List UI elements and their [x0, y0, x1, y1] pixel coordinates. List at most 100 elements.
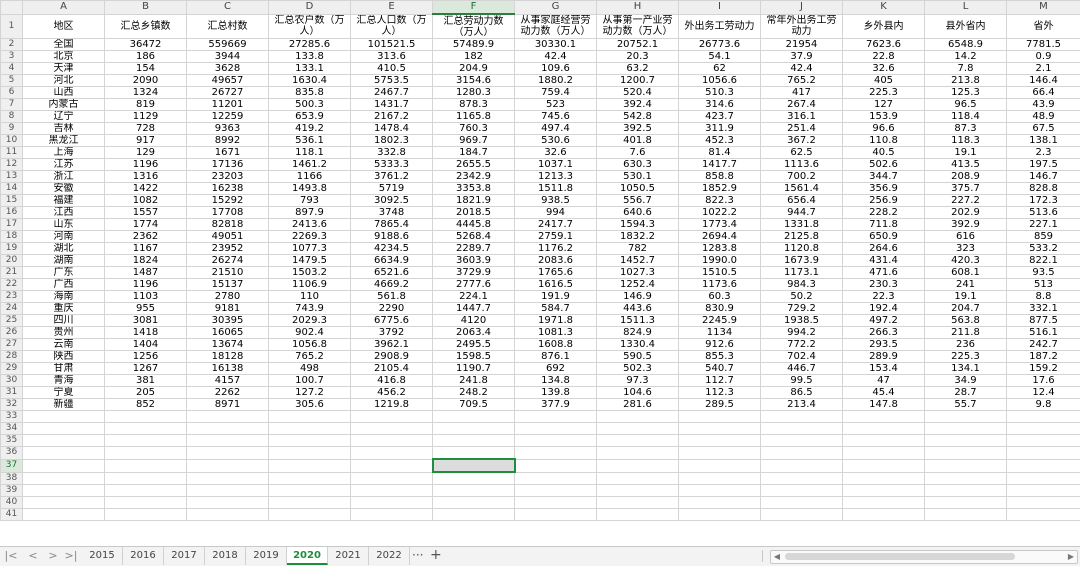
cell[interactable]: 523	[515, 99, 597, 111]
cell[interactable]: 1256	[105, 351, 187, 363]
cell[interactable]: 112.7	[679, 375, 761, 387]
header-cell[interactable]: 从事第一产业劳动力数（万人）	[597, 14, 679, 39]
cell[interactable]: 446.7	[761, 363, 843, 375]
cell[interactable]: 1106.9	[269, 279, 351, 291]
cell[interactable]: 709.5	[433, 399, 515, 411]
sheet-tab[interactable]: 2019	[246, 547, 287, 565]
cell[interactable]: 重庆	[23, 303, 105, 315]
cell[interactable]: 227.1	[1007, 219, 1080, 231]
cell[interactable]: 15292	[187, 195, 269, 207]
cell[interactable]: 2.1	[1007, 63, 1080, 75]
cell[interactable]	[433, 472, 515, 485]
cell[interactable]	[433, 411, 515, 423]
cell[interactable]	[679, 435, 761, 447]
cell[interactable]: 630.3	[597, 159, 679, 171]
cell[interactable]	[597, 497, 679, 509]
row-header[interactable]: 1	[1, 14, 23, 39]
cell[interactable]: 938.5	[515, 195, 597, 207]
cell[interactable]: 213.8	[925, 75, 1007, 87]
cell[interactable]: 49051	[187, 231, 269, 243]
cell[interactable]: 2090	[105, 75, 187, 87]
cell[interactable]: 878.3	[433, 99, 515, 111]
cell[interactable]	[925, 472, 1007, 485]
horizontal-scrollbar[interactable]: ◀ ▶	[770, 550, 1078, 564]
cell[interactable]: 3748	[351, 207, 433, 219]
sheet-tab[interactable]: 2017	[164, 547, 205, 565]
cell[interactable]: 877.5	[1007, 315, 1080, 327]
cell[interactable]: 50.2	[761, 291, 843, 303]
active-cell[interactable]	[433, 459, 515, 472]
cell[interactable]: 314.6	[679, 99, 761, 111]
cell[interactable]: 16065	[187, 327, 269, 339]
cell[interactable]: 19.1	[925, 291, 1007, 303]
cell[interactable]: 3792	[351, 327, 433, 339]
row-header[interactable]: 28	[1, 351, 23, 363]
cell[interactable]: 32.6	[515, 147, 597, 159]
cell[interactable]	[1007, 509, 1080, 521]
cell[interactable]: 7.6	[597, 147, 679, 159]
cell[interactable]: 700.2	[761, 171, 843, 183]
cell[interactable]: 208.9	[925, 171, 1007, 183]
cell[interactable]: 711.8	[843, 219, 925, 231]
cell[interactable]: 225.3	[925, 351, 1007, 363]
cell[interactable]: 3729.9	[433, 267, 515, 279]
cell[interactable]: 401.8	[597, 135, 679, 147]
cell[interactable]	[515, 497, 597, 509]
cell[interactable]	[351, 411, 433, 423]
cell[interactable]: 640.6	[597, 207, 679, 219]
cell[interactable]: 1190.7	[433, 363, 515, 375]
cell[interactable]: 1331.8	[761, 219, 843, 231]
cell[interactable]: 7781.5	[1007, 39, 1080, 51]
cell[interactable]: 7865.4	[351, 219, 433, 231]
cell[interactable]: 410.5	[351, 63, 433, 75]
cell[interactable]: 876.1	[515, 351, 597, 363]
cell[interactable]: 1802.3	[351, 135, 433, 147]
cell[interactable]: 1671	[187, 147, 269, 159]
row-header[interactable]: 24	[1, 303, 23, 315]
cell[interactable]: 7.8	[925, 63, 1007, 75]
cell[interactable]: 宁夏	[23, 387, 105, 399]
cell[interactable]: 852	[105, 399, 187, 411]
cell[interactable]: 1113.6	[761, 159, 843, 171]
cell[interactable]	[597, 472, 679, 485]
row-header[interactable]: 6	[1, 87, 23, 99]
add-sheet-icon[interactable]: +	[430, 547, 442, 565]
cell[interactable]: 吉林	[23, 123, 105, 135]
row-header[interactable]: 12	[1, 159, 23, 171]
prev-sheet-icon[interactable]: <	[26, 549, 40, 563]
cell[interactable]: 3081	[105, 315, 187, 327]
cell[interactable]: 1280.3	[433, 87, 515, 99]
cell[interactable]	[187, 447, 269, 460]
cell[interactable]: 146.7	[1007, 171, 1080, 183]
cell[interactable]	[105, 411, 187, 423]
cell[interactable]	[761, 411, 843, 423]
scrollbar-thumb[interactable]	[785, 553, 1015, 560]
cell[interactable]: 1077.3	[269, 243, 351, 255]
cell[interactable]: 1120.8	[761, 243, 843, 255]
cell[interactable]	[351, 485, 433, 497]
cell[interactable]	[597, 423, 679, 435]
cell[interactable]: 1447.7	[433, 303, 515, 315]
cell[interactable]: 49657	[187, 75, 269, 87]
cell[interactable]	[761, 435, 843, 447]
cell[interactable]: 2342.9	[433, 171, 515, 183]
cell[interactable]: 1630.4	[269, 75, 351, 87]
row-header[interactable]: 23	[1, 291, 23, 303]
cell[interactable]	[761, 459, 843, 472]
cell[interactable]: 994	[515, 207, 597, 219]
header-cell[interactable]: 省外	[1007, 14, 1080, 39]
cell[interactable]	[597, 411, 679, 423]
cell[interactable]: 828.8	[1007, 183, 1080, 195]
cell[interactable]: 6775.6	[351, 315, 433, 327]
cell[interactable]: 湖南	[23, 255, 105, 267]
row-header[interactable]: 11	[1, 147, 23, 159]
cell[interactable]: 1990.0	[679, 255, 761, 267]
cell[interactable]: 1050.5	[597, 183, 679, 195]
cell[interactable]: 54.1	[679, 51, 761, 63]
cell[interactable]	[351, 497, 433, 509]
cell[interactable]: 99.5	[761, 375, 843, 387]
cell[interactable]	[515, 509, 597, 521]
cell[interactable]	[515, 423, 597, 435]
cell[interactable]: 4445.8	[433, 219, 515, 231]
row-header[interactable]: 4	[1, 63, 23, 75]
